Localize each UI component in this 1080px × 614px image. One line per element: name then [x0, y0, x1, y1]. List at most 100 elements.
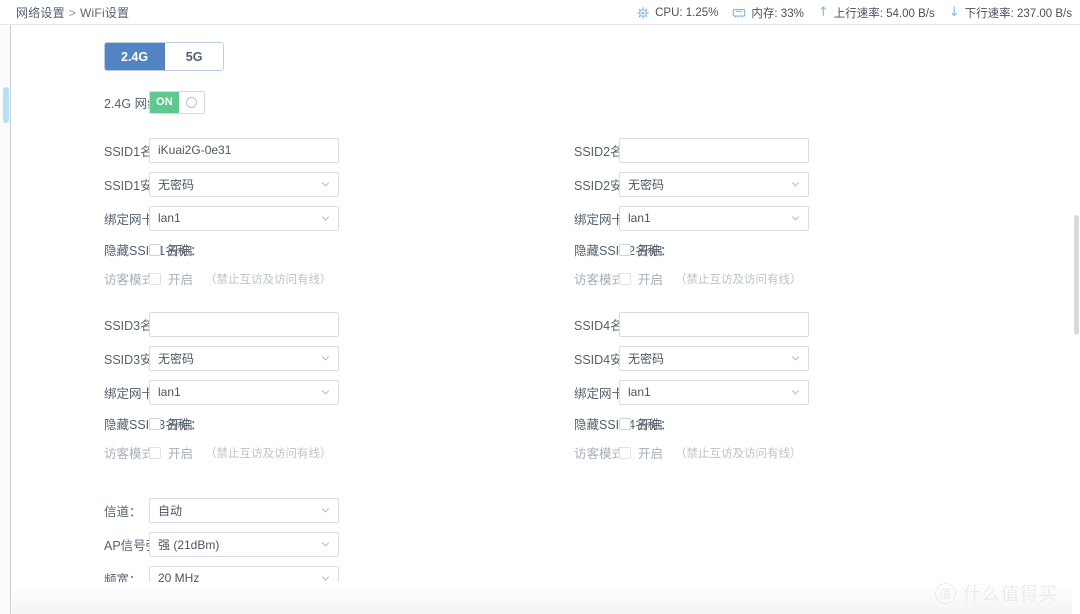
ssid4-guest-checkbox[interactable] [619, 446, 631, 459]
ssid1-hide-checkbox-label: 开启 [168, 244, 194, 258]
ssid1-hide-checkbox-wrap[interactable]: 开启 [149, 240, 193, 259]
cpu-icon [636, 6, 650, 20]
ssid4-hide-checkbox[interactable] [619, 417, 631, 430]
breadcrumb-parent[interactable]: 网络设置 [16, 6, 65, 20]
ssid4-name-input[interactable] [619, 311, 809, 337]
ssid3-nic-select[interactable]: lan1 [149, 379, 339, 405]
row-ssid4-nic: 绑定网卡名称： lan1 [482, 375, 962, 409]
ap-power-label: AP信号强度： [104, 538, 184, 553]
ssid4-guest-checkbox-wrap[interactable]: 开启 （禁止互访及访问有线） [619, 443, 802, 462]
ssid1-guest-label: 访客模式： [104, 273, 167, 287]
ap-power-select[interactable]: 强 (21dBm) [149, 531, 339, 557]
chevron-down-icon [790, 387, 801, 398]
ssid4-security-select[interactable]: 无密码 [619, 345, 809, 371]
chevron-down-icon [320, 505, 331, 516]
network-toggle-label: 2.4G 网络： [104, 96, 173, 111]
ssid4-guest-hint: （禁止互访及访问有线） [675, 447, 802, 460]
ssid3-security-select[interactable]: 无密码 [149, 345, 339, 371]
ssid1-security-label: SSID1安全类型： [12, 175, 203, 194]
ssid1-name-label: SSID1名称： [104, 144, 178, 159]
ssid2-guest-label: 访客模式： [574, 273, 637, 287]
chevron-down-icon [320, 387, 331, 398]
row-ssid4-guest: 访客模式： 开启 （禁止互访及访问有线） [482, 438, 962, 467]
bandwidth-select[interactable]: 20 MHz [149, 565, 339, 591]
row-ssid2-name: SSID2名称： [482, 133, 962, 167]
top-bar: 网络设置 > WiFi设置 CPU: 1.25% 内存: 33% ↑ 上行速率:… [0, 0, 1080, 25]
left-scrollbar[interactable] [0, 25, 11, 614]
status-cpu-label: CPU: 1.25% [655, 6, 719, 19]
toggle-knob-circle [186, 96, 197, 108]
status-download-label: 下行速率: 237.00 B/s [964, 7, 1072, 20]
ssid3-hide-checkbox-label: 开启 [168, 418, 194, 432]
bandwidth-value: 20 MHz [158, 571, 200, 585]
ssid1-nic-value: lan1 [158, 211, 181, 225]
radio-settings-group: 信道： 自动 AP信号强度： 强 (21dBm) 频宽： 20 MHz [12, 493, 1060, 595]
wifi-form: 2.4G 网络： ON SSID1名称： iKuai2G-0e31 无密码 绑定… [12, 83, 1060, 595]
channel-select[interactable]: 自动 [149, 497, 339, 523]
network-enable-toggle[interactable]: ON [149, 90, 205, 114]
right-scrollbar[interactable] [1072, 25, 1080, 614]
ssid3-guest-checkbox-label: 开启 [168, 447, 194, 461]
ssid2-guest-hint: （禁止互访及访问有线） [675, 273, 802, 286]
chevron-down-icon [320, 179, 331, 190]
arrow-down-icon: ↓ [948, 5, 960, 20]
ap-power-value: 强 (21dBm) [158, 537, 220, 552]
ssid-group-1-2: SSID1名称： SSID1安全类型： 无密码 [12, 133, 1060, 287]
ssid2-guest-checkbox[interactable] [619, 272, 631, 285]
wifi-settings-page: 网络设置 > WiFi设置 CPU: 1.25% 内存: 33% ↑ 上行速率:… [0, 0, 1080, 614]
status-upload: ↑ 上行速率: 54.00 B/s [818, 5, 935, 21]
ssid-group-3-4: SSID3名称： SSID3安全类型： 无密码 [12, 307, 1060, 461]
tab-2-4g[interactable]: 2.4G [105, 43, 166, 70]
status-memory: 内存: 33% [732, 5, 804, 21]
right-scrollbar-thumb[interactable] [1074, 215, 1079, 335]
row-ssid4-hide: 隐藏SSID4名称： 开启 [482, 409, 962, 438]
row-ssid3-guest: 访客模式： 开启 （禁止互访及访问有线） [12, 438, 492, 467]
ssid3-name-input[interactable] [149, 311, 339, 337]
row-ssid1-name: SSID1名称： [12, 133, 492, 167]
row-ssid1-security: SSID1安全类型： 无密码 [12, 167, 492, 201]
ssid2-hide-checkbox-wrap[interactable]: 开启 [619, 240, 663, 259]
ssid1-security-select[interactable]: 无密码 [149, 171, 339, 197]
toggle-knob [179, 91, 204, 113]
ssid4-hide-checkbox-wrap[interactable]: 开启 [619, 414, 663, 433]
chevron-down-icon [790, 213, 801, 224]
ssid1-guest-checkbox-wrap[interactable]: 开启 （禁止互访及访问有线） [149, 269, 332, 288]
tab-5g[interactable]: 5G [165, 43, 224, 70]
ssid4-nic-select[interactable]: lan1 [619, 379, 809, 405]
left-scrollbar-thumb[interactable] [3, 87, 9, 123]
ssid1-guest-hint: （禁止互访及访问有线） [205, 273, 332, 286]
ssid3-guest-checkbox-wrap[interactable]: 开启 （禁止互访及访问有线） [149, 443, 332, 462]
ssid1-column: SSID1名称： SSID1安全类型： 无密码 [12, 133, 492, 293]
ssid1-name-input[interactable] [149, 137, 339, 163]
system-status-bar: CPU: 1.25% 内存: 33% ↑ 上行速率: 54.00 B/s ↓ 下… [636, 0, 1072, 25]
ssid1-security-value: 无密码 [158, 177, 195, 192]
ssid3-guest-label: 访客模式： [104, 447, 167, 461]
ssid3-hide-checkbox-wrap[interactable]: 开启 [149, 414, 193, 433]
ssid3-guest-checkbox[interactable] [149, 446, 161, 459]
ssid3-hide-label: 隐藏SSID3名称： [12, 414, 203, 433]
arrow-up-icon: ↑ [817, 5, 829, 20]
status-download: ↓ 下行速率: 237.00 B/s [949, 5, 1072, 21]
ssid2-hide-checkbox[interactable] [619, 243, 631, 256]
chevron-down-icon [320, 573, 331, 584]
ssid1-guest-checkbox[interactable] [149, 272, 161, 285]
ssid4-guest-checkbox-label: 开启 [638, 447, 664, 461]
ssid3-column: SSID3名称： SSID3安全类型： 无密码 [12, 307, 492, 467]
ssid1-guest-checkbox-label: 开启 [168, 273, 194, 287]
ssid2-hide-checkbox-label: 开启 [638, 244, 664, 258]
ssid3-hide-checkbox[interactable] [149, 417, 161, 430]
ssid1-nic-select[interactable]: lan1 [149, 205, 339, 231]
ssid2-name-input[interactable] [619, 137, 809, 163]
ssid2-security-select[interactable]: 无密码 [619, 171, 809, 197]
ssid1-hide-checkbox[interactable] [149, 243, 161, 256]
ssid2-guest-checkbox-wrap[interactable]: 开启 （禁止互访及访问有线） [619, 269, 802, 288]
channel-label: 信道： [104, 504, 142, 519]
ssid4-hide-label: 隐藏SSID4名称： [482, 414, 673, 433]
ssid3-nic-label: 绑定网卡名称： [104, 386, 192, 401]
ssid2-nic-select[interactable]: lan1 [619, 205, 809, 231]
row-bandwidth: 频宽： 20 MHz [12, 561, 1060, 595]
channel-value: 自动 [158, 503, 183, 518]
ssid3-name-label: SSID3名称： [104, 318, 178, 333]
chevron-down-icon [790, 353, 801, 364]
ssid3-guest-hint: （禁止互访及访问有线） [205, 447, 332, 460]
